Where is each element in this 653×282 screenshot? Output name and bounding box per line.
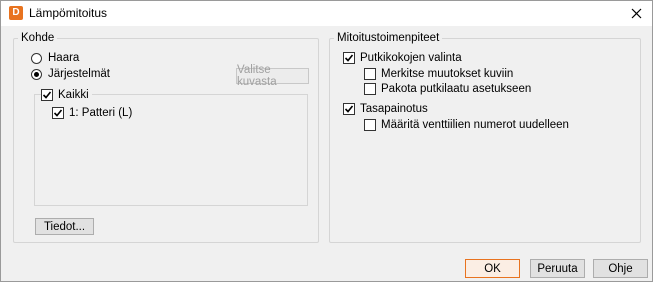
pakota-label: Pakota putkilaatu asetukseen <box>381 83 532 95</box>
check-icon <box>344 105 354 113</box>
merkitse-label: Merkitse muutokset kuviin <box>381 68 514 80</box>
radio-jarjestelmat-circle[interactable] <box>31 68 42 80</box>
check-icon <box>344 54 354 62</box>
pakota-checkbox[interactable] <box>364 83 376 95</box>
pakota-option[interactable]: Pakota putkilaatu asetukseen <box>364 83 531 95</box>
tasapainotus-label: Tasapainotus <box>360 103 428 115</box>
merkitse-checkbox[interactable] <box>364 68 376 80</box>
peruuta-button[interactable]: Peruuta <box>530 259 585 278</box>
app-icon: D <box>9 6 23 20</box>
ok-button[interactable]: OK <box>465 259 520 278</box>
tree-all-checkbox[interactable] <box>41 89 53 101</box>
tree-item[interactable]: 1: Patteri (L) <box>52 107 132 119</box>
maarita-label: Määritä venttiilien numerot uudelleen <box>381 119 569 131</box>
close-button[interactable] <box>620 1 652 26</box>
putkikoko-label: Putkikokojen valinta <box>360 52 462 64</box>
tree-item-checkbox[interactable] <box>52 107 64 119</box>
merkitse-option[interactable]: Merkitse muutokset kuviin <box>364 68 513 80</box>
tree-all-label: Kaikki <box>58 89 89 101</box>
kohde-legend: Kohde <box>18 31 58 45</box>
tree-item-all[interactable]: Kaikki <box>41 89 92 101</box>
tasapainotus-option[interactable]: Tasapainotus <box>343 103 428 115</box>
radio-haara[interactable]: Haara <box>31 52 79 64</box>
maarita-option[interactable]: Määritä venttiilien numerot uudelleen <box>364 119 569 131</box>
tree-item-label: 1: Patteri (L) <box>69 107 133 119</box>
tasapainotus-checkbox[interactable] <box>343 103 355 115</box>
title-bar: D Lämpömitoitus <box>1 1 652 26</box>
check-icon <box>53 109 63 117</box>
maarita-checkbox[interactable] <box>364 119 376 131</box>
radio-jarjestelmat[interactable]: Järjestelmät <box>31 68 110 80</box>
tiedot-button[interactable]: Tiedot... <box>35 218 94 235</box>
dialog-window: D Lämpömitoitus Kohde Haara Järjestelmät… <box>0 0 653 282</box>
close-icon <box>631 8 641 19</box>
valitse-kuvasta-button[interactable]: Valitse kuvasta <box>236 64 309 88</box>
putkikoko-checkbox[interactable] <box>343 52 355 64</box>
radio-haara-label: Haara <box>48 52 80 64</box>
check-icon <box>42 91 52 99</box>
putkikoko-option[interactable]: Putkikokojen valinta <box>343 52 462 64</box>
radio-jarjestelmat-label: Järjestelmät <box>48 68 110 80</box>
window-title: Lämpömitoitus <box>29 6 108 20</box>
mitoitus-legend: Mitoitustoimenpiteet <box>334 31 443 45</box>
radio-haara-circle[interactable] <box>31 52 42 64</box>
ohje-button[interactable]: Ohje <box>593 259 648 278</box>
